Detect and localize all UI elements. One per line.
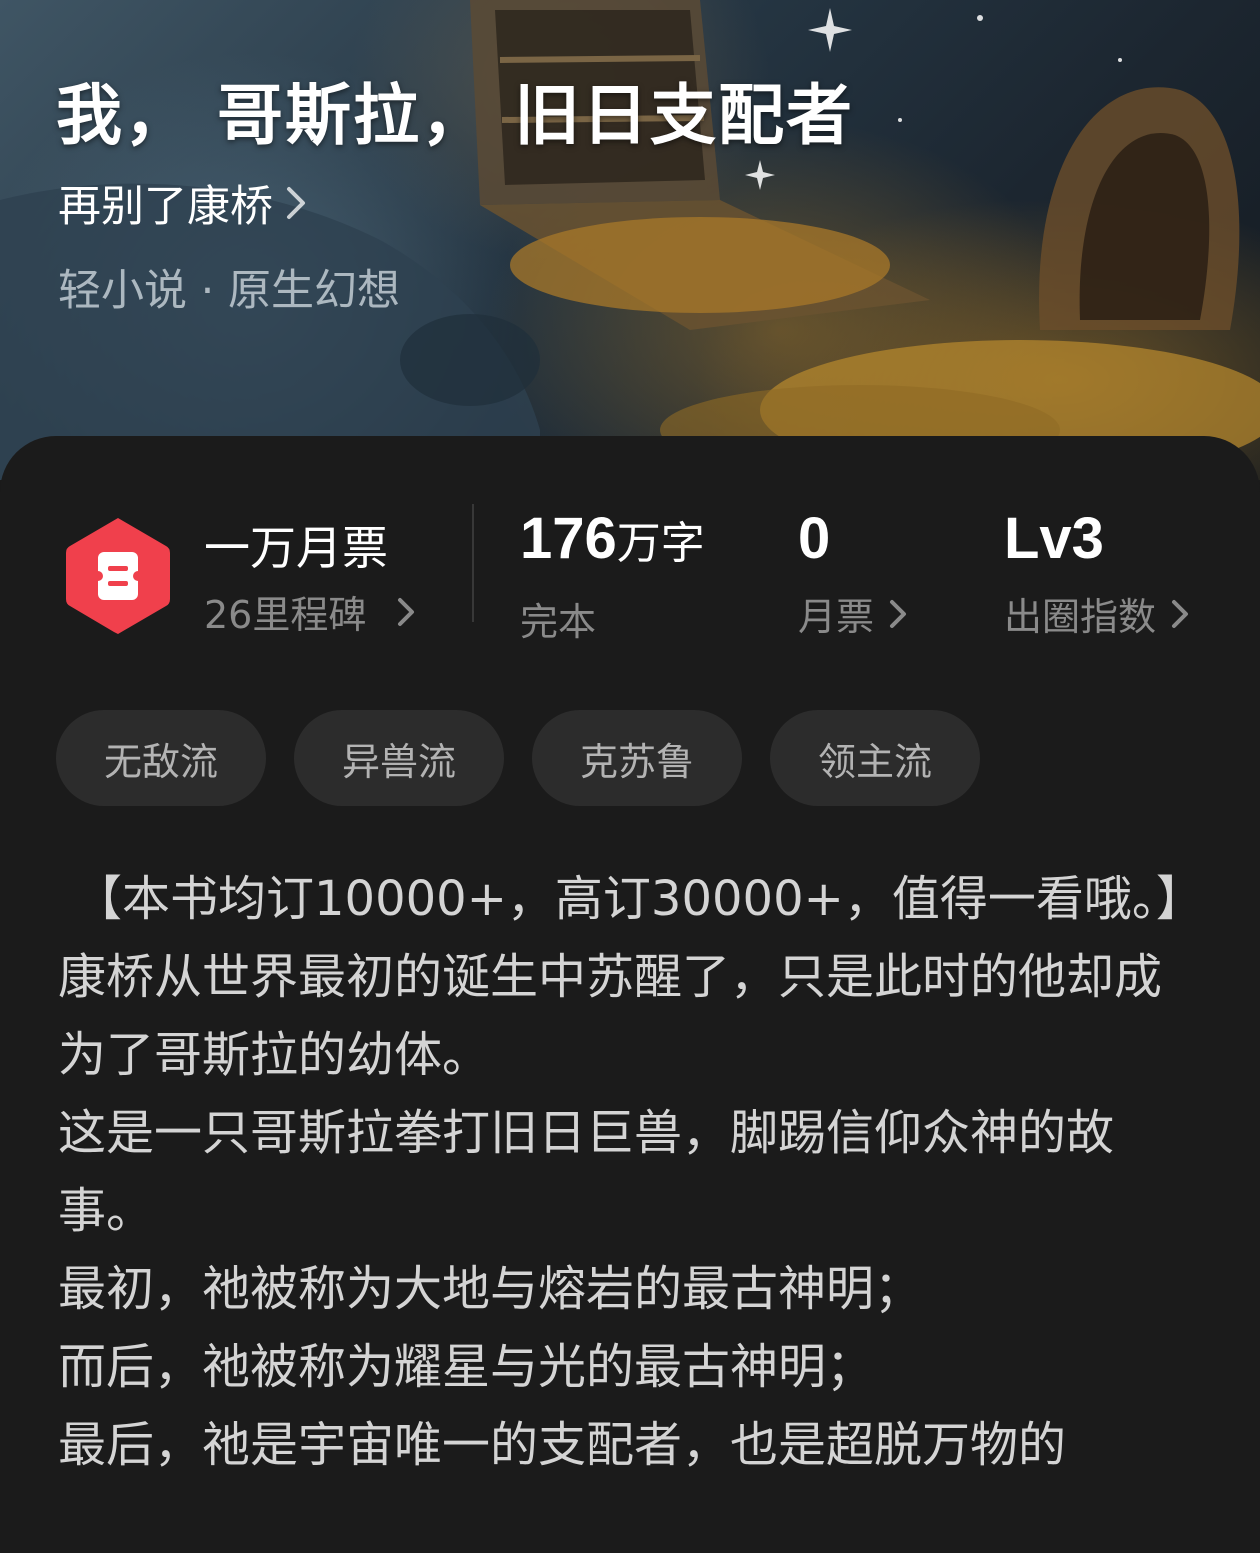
milestone-link[interactable]: 26里程碑	[204, 584, 416, 639]
tag-chip[interactable]: 克苏鲁	[532, 710, 742, 806]
monthly-votes-value: 0	[798, 506, 831, 571]
chevron-right-icon	[1172, 599, 1189, 628]
word-count-unit: 万字	[616, 518, 705, 569]
ticket-badge-icon	[66, 518, 170, 634]
tag-chip[interactable]: 领主流	[770, 710, 980, 806]
synopsis-line: 这是一只哥斯拉拳打旧日巨兽，脚踢信仰众神的故事。	[58, 1105, 1115, 1239]
completion-status: 完本	[520, 600, 597, 644]
tag-chip[interactable]: 无敌流	[56, 710, 266, 806]
stat-word-count: 176万字 完本	[520, 506, 705, 646]
tag-chip[interactable]: 异兽流	[294, 710, 504, 806]
book-synopsis[interactable]: 【本书均订10000+，高订30000+，值得一看哦。】 康桥从世界最初的诞生中…	[58, 860, 1208, 1484]
chevron-right-icon	[890, 599, 907, 628]
author-link[interactable]: 再别了康桥	[58, 172, 307, 234]
tag-list: 无敌流 异兽流 克苏鲁 领主流	[56, 710, 980, 806]
stat-monthly-votes[interactable]: 0 月票	[798, 506, 908, 641]
monthly-votes-label: 月票	[798, 595, 875, 639]
genre-label: 轻小说 · 原生幻想	[58, 266, 401, 316]
synopsis-line: 最初，祂被称为大地与熔岩的最古神明；	[58, 1261, 923, 1317]
chevron-right-icon	[287, 187, 305, 219]
synopsis-line: 康桥从世界最初的诞生中苏醒了，只是此时的他却成为了哥斯拉的幼体。	[58, 949, 1163, 1083]
synopsis-line: 【本书均订10000+，高订30000+，值得一看哦。】	[74, 871, 1204, 927]
synopsis-line: 而后，祂被称为耀星与光的最古神明；	[58, 1339, 875, 1395]
book-title: 我， 哥斯拉， 旧日支配者	[56, 76, 854, 154]
breakout-index-label: 出圈指数	[1004, 595, 1157, 639]
word-count-value: 176	[520, 506, 617, 571]
stats-divider	[472, 504, 474, 622]
synopsis-line: 最后，祂是宇宙唯一的支配者，也是超脱万物的	[58, 1417, 1067, 1473]
milestone-count: 26里程碑	[204, 593, 367, 637]
author-name: 再别了康桥	[58, 182, 273, 232]
chevron-right-icon	[398, 597, 415, 626]
breakout-index-value: Lv3	[1004, 506, 1104, 571]
cover-banner: 我， 哥斯拉， 旧日支配者 再别了康桥 轻小说 · 原生幻想	[0, 0, 1260, 480]
stat-breakout-index[interactable]: Lv3 出圈指数	[1004, 506, 1190, 641]
milestone-title[interactable]: 一万月票	[204, 512, 388, 578]
